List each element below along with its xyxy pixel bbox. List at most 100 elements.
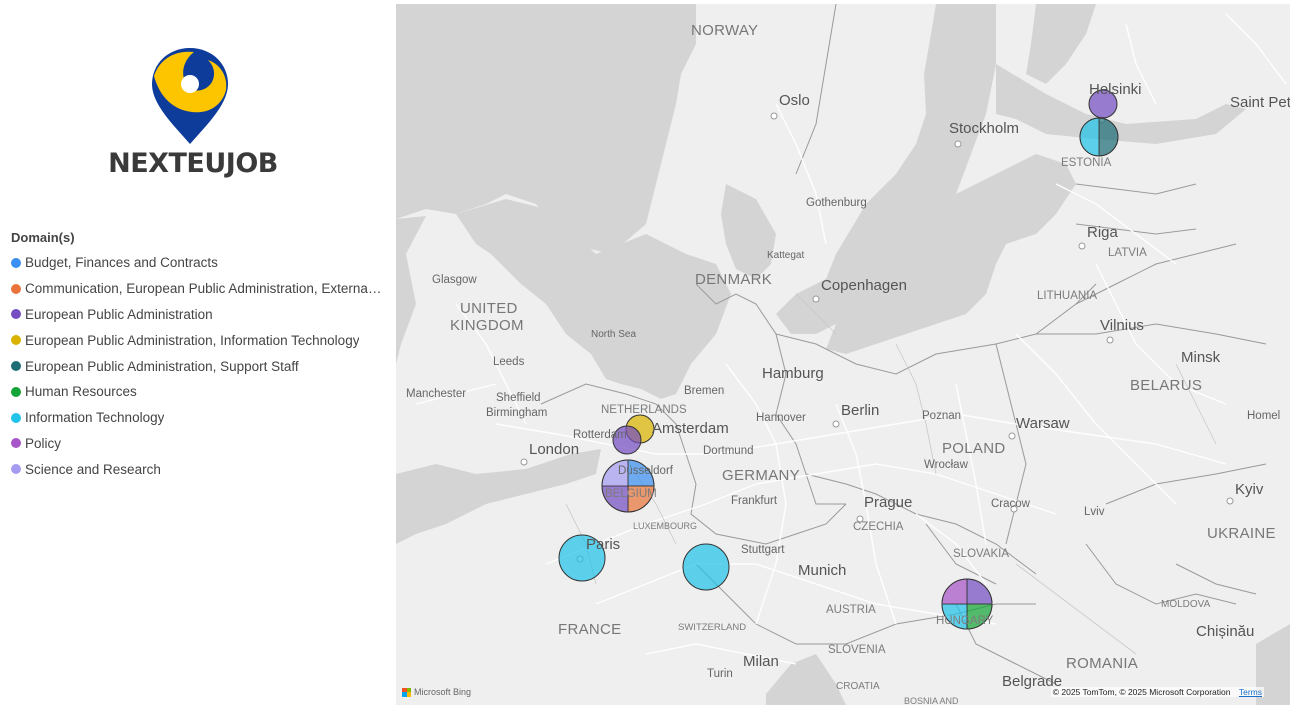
legend-item[interactable]: Budget, Finances and Contracts xyxy=(11,250,391,276)
label-north-sea: North Sea xyxy=(591,329,637,340)
label-czechia: CZECHIA xyxy=(853,521,904,533)
legend-item-label: Science and Research xyxy=(25,461,161,477)
legend-dot-icon xyxy=(11,283,21,294)
provider-label: Microsoft Bing xyxy=(414,687,472,697)
label-belarus: BELARUS xyxy=(1130,377,1203,394)
legend-item[interactable]: Information Technology xyxy=(11,405,391,431)
label-united: UNITED xyxy=(460,300,518,317)
strasbourg-marker[interactable] xyxy=(682,543,730,591)
legend-item[interactable]: Communication, European Public Administr… xyxy=(11,276,391,302)
legend-dot-icon xyxy=(11,464,21,475)
label-riga: Riga xyxy=(1087,224,1118,241)
label-paris: Paris xyxy=(586,536,621,553)
microsoft-logo-icon xyxy=(402,687,411,697)
label-gothenburg: Gothenburg xyxy=(806,197,867,209)
label-stockholm: Stockholm xyxy=(949,120,1020,137)
label-prague: Prague xyxy=(864,494,913,511)
label-estonia: ESTONIA xyxy=(1061,157,1112,169)
legend-dot-icon xyxy=(11,361,21,372)
legend-item-label: Information Technology xyxy=(25,410,165,426)
label-dortmund: Dortmund xyxy=(703,445,754,457)
legend: Domain(s) Budget, Finances and Contracts… xyxy=(11,230,391,482)
label-kingdom: KINGDOM xyxy=(450,317,524,334)
label-birmingham: Birmingham xyxy=(486,407,548,419)
label-warsaw: Warsaw xyxy=(1016,415,1070,432)
label-croatia: CROATIA xyxy=(836,681,880,692)
legend-dot-icon xyxy=(11,257,21,268)
legend-item-label: Human Resources xyxy=(25,384,137,400)
label-stuttgart: Stuttgart xyxy=(741,544,785,556)
legend-item[interactable]: Policy xyxy=(11,431,391,457)
label-kyiv: Kyiv xyxy=(1235,481,1264,498)
label-france: FRANCE xyxy=(558,621,622,638)
label-helsinki: Helsinki xyxy=(1089,81,1142,98)
legend-item[interactable]: European Public Administration, Support … xyxy=(11,353,391,379)
label-milan: Milan xyxy=(743,653,779,670)
legend-item-label: European Public Administration xyxy=(25,306,213,322)
terms-link[interactable]: Terms xyxy=(1239,687,1262,697)
estonia-marker[interactable] xyxy=(1079,117,1119,157)
legend-item-label: Communication, European Public Administr… xyxy=(25,281,383,297)
label-latvia: LATVIA xyxy=(1108,247,1147,259)
legend-item[interactable]: European Public Administration, Informat… xyxy=(11,327,391,353)
legend-dot-icon xyxy=(11,335,21,346)
legend-title: Domain(s) xyxy=(11,230,75,245)
label-london: London xyxy=(529,441,580,458)
label-hamburg: Hamburg xyxy=(762,365,824,382)
label-lviv: Lviv xyxy=(1084,506,1105,518)
label-romania: ROMANIA xyxy=(1066,655,1139,672)
label-sheffield: Sheffield xyxy=(496,392,541,404)
label-belgium: BELGIUM xyxy=(605,488,657,500)
legend-item[interactable]: Science and Research xyxy=(11,456,391,482)
label-rotterdam: Rotterdam xyxy=(573,429,627,441)
label-minsk: Minsk xyxy=(1181,349,1221,366)
legend-item-label: European Public Administration, Support … xyxy=(25,358,299,374)
legend-dot-icon xyxy=(11,438,21,449)
label-switzerland: SWITZERLAND xyxy=(678,622,747,633)
label-netherlands: NETHERLANDS xyxy=(601,404,687,416)
label-wroclaw: Wrocław xyxy=(924,459,968,471)
label-vilnius: Vilnius xyxy=(1100,317,1144,334)
legend-item-label: Policy xyxy=(25,435,62,451)
legend-dot-icon xyxy=(11,309,21,320)
legend-item[interactable]: European Public Administration xyxy=(11,302,391,328)
label-leeds: Leeds xyxy=(493,356,525,368)
label-moldova: MOLDOVA xyxy=(1161,599,1211,610)
label-bosnia: BOSNIA AND xyxy=(904,696,959,705)
map-view[interactable]: NORWAY Oslo Stockholm Helsinki Saint Pet… xyxy=(396,4,1290,705)
legend-item[interactable]: Human Resources xyxy=(11,379,391,405)
label-hungary: HUNGARY xyxy=(936,615,994,627)
label-amsterdam: Amsterdam xyxy=(652,420,729,437)
label-poland: POLAND xyxy=(942,440,1006,457)
label-berlin: Berlin xyxy=(841,402,880,419)
label-denmark: DENMARK xyxy=(695,271,773,288)
brand-wordmark: NEXTEUJOB xyxy=(108,148,278,179)
label-lithuania: LITHUANIA xyxy=(1037,290,1098,302)
label-copenhagen: Copenhagen xyxy=(821,277,907,294)
label-germany: GERMANY xyxy=(722,467,800,484)
label-chisinau: Chișinău xyxy=(1196,623,1255,640)
label-slovenia: SLOVENIA xyxy=(828,644,886,656)
bing-logo: Microsoft Bing xyxy=(402,687,471,697)
label-poznan: Poznan xyxy=(922,410,962,422)
label-hannover: Hannover xyxy=(756,412,806,424)
attribution-text: © 2025 TomTom, © 2025 Microsoft Corporat… xyxy=(1052,687,1231,697)
label-luxembourg: LUXEMBOURG xyxy=(633,521,698,531)
label-munich: Munich xyxy=(798,562,847,579)
label-ukraine: UKRAINE xyxy=(1207,525,1276,542)
label-glasgow: Glasgow xyxy=(432,274,477,286)
label-dusseldorf: Düsseldorf xyxy=(618,465,673,477)
map-canvas[interactable] xyxy=(396,4,1290,705)
legend-item-label: European Public Administration, Informat… xyxy=(25,332,360,348)
legend-dot-icon xyxy=(11,412,21,423)
label-oslo: Oslo xyxy=(779,92,810,109)
label-kattegat: Kattegat xyxy=(767,250,805,261)
label-turin: Turin xyxy=(707,668,733,680)
map-attribution: © 2025 TomTom, © 2025 Microsoft Corporat… xyxy=(1050,687,1264,697)
label-norway: NORWAY xyxy=(691,22,759,39)
legend-item-label: Budget, Finances and Contracts xyxy=(25,255,218,271)
label-cracow: Cracow xyxy=(991,498,1030,510)
label-frankfurt: Frankfurt xyxy=(731,495,778,507)
left-panel: NEXTEUJOB Domain(s) Budget, Finances and… xyxy=(0,0,396,705)
label-austria: AUSTRIA xyxy=(826,604,876,616)
